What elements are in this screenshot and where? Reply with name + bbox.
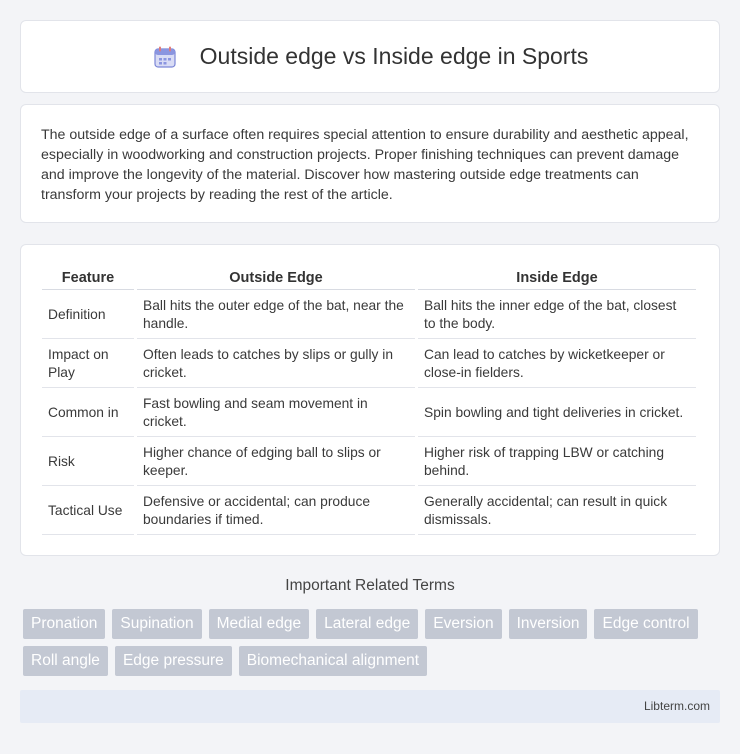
comparison-table: Feature Outside Edge Inside Edge Definit… <box>39 263 699 537</box>
related-terms-list: Pronation Supination Medial edge Lateral… <box>23 609 723 676</box>
tag-biomechanical-alignment[interactable]: Biomechanical alignment <box>238 646 428 676</box>
tag-pronation[interactable]: Pronation <box>23 609 106 639</box>
row-inside-cell: Can lead to catches by wicketkeeper or c… <box>418 341 696 388</box>
row-feature-cell: Common in <box>42 390 134 437</box>
calendar-icon <box>152 44 178 70</box>
row-inside-cell: Higher risk of trapping LBW or catching … <box>418 439 696 486</box>
row-feature-cell: Tactical Use <box>42 488 134 535</box>
row-inside-cell: Ball hits the inner edge of the bat, clo… <box>418 292 696 339</box>
footer: Libterm.com <box>20 690 720 723</box>
row-outside-cell: Often leads to catches by slips or gully… <box>137 341 415 388</box>
row-outside-cell: Defensive or accidental; can produce bou… <box>137 488 415 535</box>
intro-card: The outside edge of a surface often requ… <box>20 104 720 223</box>
table-header-row: Feature Outside Edge Inside Edge <box>42 265 696 290</box>
header-feature: Feature <box>42 265 134 290</box>
tag-supination[interactable]: Supination <box>112 609 202 639</box>
tag-inversion[interactable]: Inversion <box>508 609 588 639</box>
comparison-card: Feature Outside Edge Inside Edge Definit… <box>20 244 720 556</box>
row-inside-cell: Spin bowling and tight deliveries in cri… <box>418 390 696 437</box>
row-feature-cell: Risk <box>42 439 134 486</box>
related-terms-title: Important Related Terms <box>285 577 455 594</box>
footer-site-link[interactable]: Libterm.com <box>644 699 710 713</box>
tag-medial-edge[interactable]: Medial edge <box>208 609 310 639</box>
tag-roll-angle[interactable]: Roll angle <box>23 646 108 676</box>
page-title: Outside edge vs Inside edge in Sports <box>199 43 589 69</box>
tag-eversion[interactable]: Eversion <box>425 609 502 639</box>
row-outside-cell: Fast bowling and seam movement in cricke… <box>137 390 415 437</box>
table-row: Tactical Use Defensive or accidental; ca… <box>42 488 696 535</box>
title-card: Outside edge vs Inside edge in Sports <box>20 20 720 93</box>
header-inside-edge: Inside Edge <box>418 265 696 290</box>
table-row: Risk Higher chance of edging ball to sli… <box>42 439 696 486</box>
row-inside-cell: Generally accidental; can result in quic… <box>418 488 696 535</box>
tag-lateral-edge[interactable]: Lateral edge <box>316 609 419 639</box>
row-outside-cell: Ball hits the outer edge of the bat, nea… <box>137 292 415 339</box>
tag-edge-pressure[interactable]: Edge pressure <box>114 646 232 676</box>
table-row: Impact on Play Often leads to catches by… <box>42 341 696 388</box>
tag-edge-control[interactable]: Edge control <box>594 609 698 639</box>
table-row: Definition Ball hits the outer edge of t… <box>42 292 696 339</box>
row-feature-cell: Impact on Play <box>42 341 134 388</box>
intro-paragraph: The outside edge of a surface often requ… <box>41 127 689 203</box>
header-outside-edge: Outside Edge <box>137 265 415 290</box>
row-feature-cell: Definition <box>42 292 134 339</box>
table-row: Common in Fast bowling and seam movement… <box>42 390 696 437</box>
row-outside-cell: Higher chance of edging ball to slips or… <box>137 439 415 486</box>
